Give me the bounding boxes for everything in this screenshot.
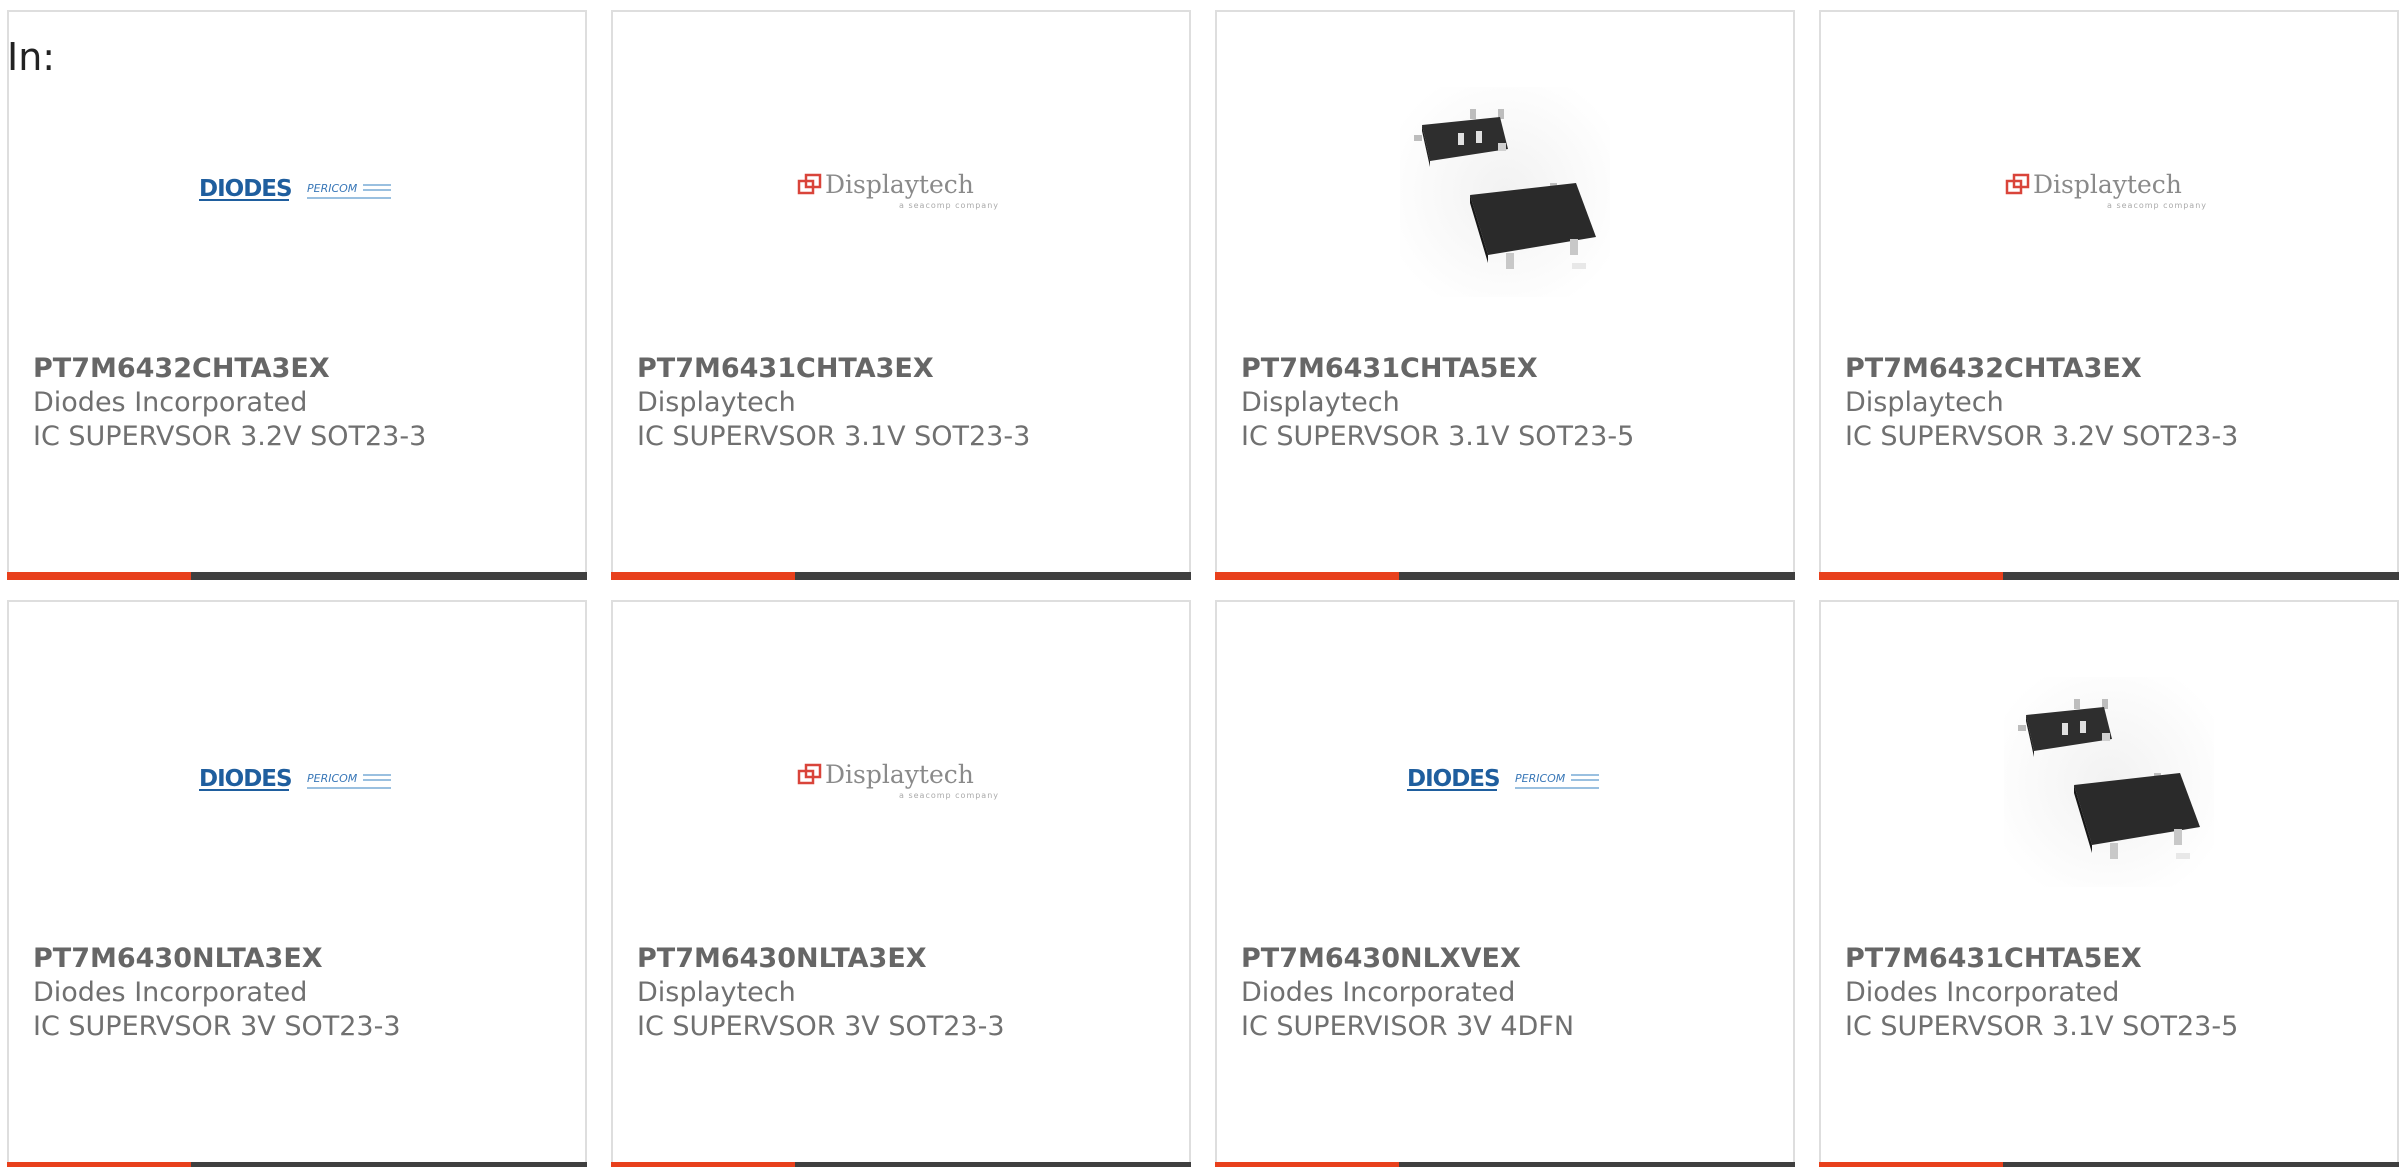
product-card[interactable]: Displaytech a seacomp company PT7M6432CH… [1819, 10, 2399, 580]
manufacturer-name: Diodes Incorporated [33, 387, 308, 418]
part-number-link[interactable]: PT7M6430NLTA3EX [33, 942, 575, 976]
svg-text:a seacomp company: a seacomp company [899, 791, 999, 800]
card-bottom-bar [1819, 572, 2399, 580]
card-bottom-bar [7, 1162, 587, 1167]
product-description: IC SUPERVSOR 3V SOT23-3 [637, 1011, 1005, 1042]
card-accent-bar [1215, 572, 1399, 580]
product-info: PT7M6431CHTA5EX Diodes Incorporated IC SUP… [1845, 942, 2387, 1044]
svg-text:Displaytech: Displaytech [825, 760, 974, 789]
manufacturer-name: Displaytech [637, 977, 796, 1008]
product-info: PT7M6431CHTA3EX Displaytech IC SUPERVSOR 3… [637, 352, 1179, 454]
svg-text:DIODES: DIODES [199, 766, 292, 792]
card-bottom-bar [1215, 572, 1795, 580]
manufacturer-name: Displaytech [637, 387, 796, 418]
svg-text:a seacomp company: a seacomp company [899, 201, 999, 210]
product-grid: DIODES PERICOM PT7M6432CHTA3EX Diodes Inc… [7, 10, 2399, 1167]
displaytech-logo: Displaytech a seacomp company [797, 170, 999, 210]
card-accent-bar [1819, 1162, 2003, 1167]
product-card[interactable]: DIODES PERICOM PT7M6432CHTA3EX Diodes Inc… [7, 10, 587, 580]
svg-text:DIODES: DIODES [199, 176, 292, 202]
card-accent-bar [611, 1162, 795, 1167]
product-card[interactable]: PT7M6431CHTA5EX Diodes Incorporated IC SUP… [1819, 600, 2399, 1167]
svg-text:a seacomp company: a seacomp company [2107, 201, 2207, 210]
product-image[interactable] [1217, 72, 1793, 312]
product-image[interactable]: Displaytech a seacomp company [1821, 72, 2397, 312]
product-info: PT7M6432CHTA3EX Displaytech IC SUPERVSOR 3… [1845, 352, 2387, 454]
manufacturer-name: Displaytech [1845, 387, 2004, 418]
part-number-link[interactable]: PT7M6431CHTA5EX [1845, 942, 2387, 976]
product-image[interactable] [1821, 662, 2397, 902]
card-accent-bar [7, 1162, 191, 1167]
product-image[interactable]: DIODES PERICOM [1217, 662, 1793, 902]
displaytech-logo: Displaytech a seacomp company [797, 760, 999, 800]
displaytech-logo: Displaytech a seacomp company [2005, 170, 2207, 210]
manufacturer-name: Displaytech [1241, 387, 1400, 418]
product-info: PT7M6432CHTA3EX Diodes Incorporated IC SUP… [33, 352, 575, 454]
product-image[interactable]: DIODES PERICOM [9, 662, 585, 902]
card-accent-bar [1819, 572, 2003, 580]
manufacturer-name: Diodes Incorporated [1845, 977, 2120, 1008]
card-accent-bar [611, 572, 795, 580]
manufacturer-name: Diodes Incorporated [1241, 977, 1516, 1008]
svg-text:PERICOM: PERICOM [307, 772, 358, 785]
part-number-link[interactable]: PT7M6431CHTA3EX [637, 352, 1179, 386]
product-info: PT7M6430NLTA3EX Displaytech IC SUPERVSOR 3… [637, 942, 1179, 1044]
card-bottom-bar [611, 572, 1191, 580]
diodes-pericom-logo: DIODES PERICOM [1407, 766, 1599, 792]
sot23-chip-photo [2004, 677, 2214, 887]
card-bottom-bar [7, 572, 587, 580]
card-bottom-bar [1215, 1162, 1795, 1167]
product-description: IC SUPERVSOR 3.1V SOT23-5 [1845, 1011, 2239, 1042]
sot23-chip-photo [1400, 87, 1610, 297]
product-description: IC SUPERVSOR 3V SOT23-3 [33, 1011, 401, 1042]
product-image[interactable]: Displaytech a seacomp company [613, 72, 1189, 312]
diodes-pericom-logo: DIODES PERICOM [199, 766, 391, 792]
part-number-link[interactable]: PT7M6430NLXVEX [1241, 942, 1783, 976]
product-description: IC SUPERVISOR 3V 4DFN [1241, 1011, 1575, 1042]
part-number-link[interactable]: PT7M6432CHTA3EX [33, 352, 575, 386]
part-number-link[interactable]: PT7M6432CHTA3EX [1845, 352, 2387, 386]
filter-in-label: In: [7, 35, 56, 79]
product-image[interactable]: DIODES PERICOM [9, 72, 585, 312]
product-description: IC SUPERVSOR 3.1V SOT23-3 [637, 421, 1031, 452]
card-bottom-bar [611, 1162, 1191, 1167]
product-card[interactable]: DIODES PERICOM PT7M6430NLTA3EX Diodes Inc… [7, 600, 587, 1167]
product-description: IC SUPERVSOR 3.2V SOT23-3 [33, 421, 427, 452]
product-card[interactable]: DIODES PERICOM PT7M6430NLXVEX Diodes Inco… [1215, 600, 1795, 1167]
card-bottom-bar [1819, 1162, 2399, 1167]
product-description: IC SUPERVSOR 3.2V SOT23-3 [1845, 421, 2239, 452]
svg-text:Displaytech: Displaytech [825, 170, 974, 199]
product-info: PT7M6430NLXVEX Diodes Incorporated IC SUPE… [1241, 942, 1783, 1044]
svg-text:PERICOM: PERICOM [1515, 772, 1566, 785]
product-card[interactable]: PT7M6431CHTA5EX Displaytech IC SUPERVSOR 3… [1215, 10, 1795, 580]
diodes-pericom-logo: DIODES PERICOM [199, 176, 391, 202]
card-accent-bar [7, 572, 191, 580]
product-listing-page: In: DIODES PERICOM PT7M6432CHTA3EX Diodes… [0, 0, 2400, 1167]
product-card[interactable]: Displaytech a seacomp company PT7M6430NL… [611, 600, 1191, 1167]
part-number-link[interactable]: PT7M6431CHTA5EX [1241, 352, 1783, 386]
part-number-link[interactable]: PT7M6430NLTA3EX [637, 942, 1179, 976]
product-info: PT7M6431CHTA5EX Displaytech IC SUPERVSOR 3… [1241, 352, 1783, 454]
svg-text:Displaytech: Displaytech [2033, 170, 2182, 199]
svg-text:DIODES: DIODES [1407, 766, 1500, 792]
product-card[interactable]: Displaytech a seacomp company PT7M6431CH… [611, 10, 1191, 580]
manufacturer-name: Diodes Incorporated [33, 977, 308, 1008]
product-description: IC SUPERVSOR 3.1V SOT23-5 [1241, 421, 1635, 452]
product-info: PT7M6430NLTA3EX Diodes Incorporated IC SUP… [33, 942, 575, 1044]
svg-text:PERICOM: PERICOM [307, 182, 358, 195]
card-accent-bar [1215, 1162, 1399, 1167]
product-image[interactable]: Displaytech a seacomp company [613, 662, 1189, 902]
